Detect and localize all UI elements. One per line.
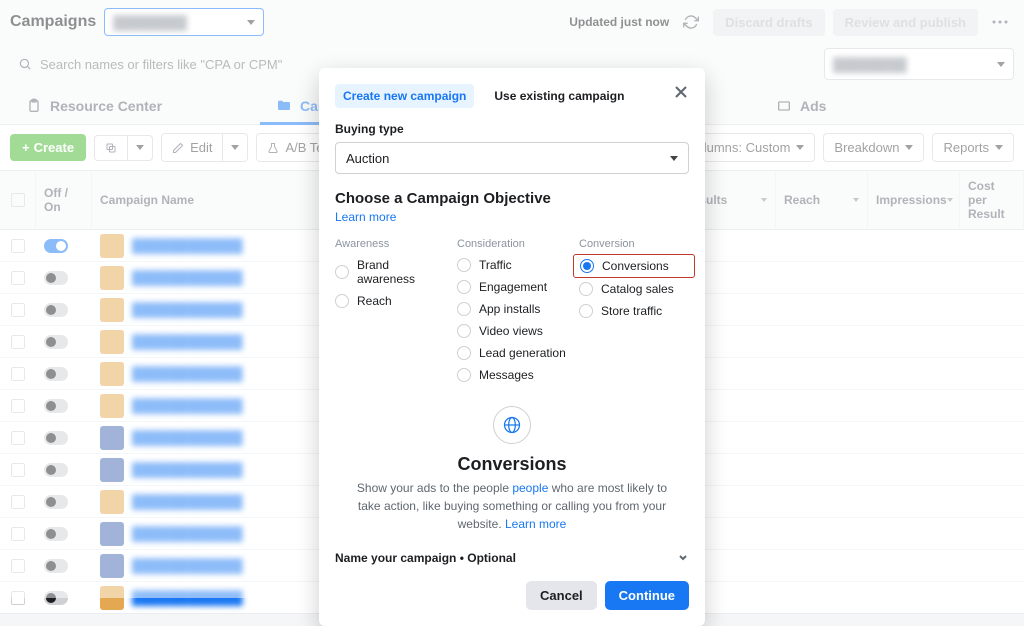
objective-messages[interactable]: Messages [457, 368, 567, 382]
choose-objective-title: Choose a Campaign Objective [335, 190, 689, 207]
objective-reach[interactable]: Reach [335, 294, 445, 308]
objective-lead-generation[interactable]: Lead generation [457, 346, 567, 360]
chevron-down-icon [670, 156, 678, 161]
col-head-awareness: Awareness [335, 238, 445, 250]
objective-video-views[interactable]: Video views [457, 324, 567, 338]
objective-conversions[interactable]: Conversions [580, 259, 688, 273]
people-link[interactable]: people [512, 481, 548, 495]
tab-create-new[interactable]: Create new campaign [335, 84, 474, 108]
modal-tabs: Create new campaign Use existing campaig… [335, 84, 689, 108]
conversion-column: Conversion Conversions Catalog sales Sto… [579, 238, 689, 390]
modal-actions: Cancel Continue [335, 581, 689, 610]
buying-type-select[interactable]: Auction [335, 142, 689, 174]
objective-columns: Awareness Brand awareness Reach Consider… [335, 238, 689, 390]
globe-icon [502, 415, 522, 435]
objective-description: Show your ads to the people people who a… [335, 475, 689, 533]
objective-hero [335, 406, 689, 444]
modal-overlay: Create new campaign Use existing campaig… [0, 0, 1024, 598]
objective-title: Conversions [335, 454, 689, 475]
close-icon [675, 86, 687, 98]
objective-traffic[interactable]: Traffic [457, 258, 567, 272]
learn-more-link-2[interactable]: Learn more [505, 517, 566, 531]
continue-button[interactable]: Continue [605, 581, 689, 610]
objective-brand-awareness[interactable]: Brand awareness [335, 258, 445, 286]
consideration-column: Consideration Traffic Engagement App ins… [457, 238, 567, 390]
awareness-column: Awareness Brand awareness Reach [335, 238, 445, 390]
name-campaign-section[interactable]: Name your campaign • Optional [335, 551, 689, 565]
chevron-down-icon [677, 552, 689, 564]
col-head-conversion: Conversion [579, 238, 689, 250]
cancel-button[interactable]: Cancel [526, 581, 597, 610]
conversions-highlight: Conversions [573, 254, 695, 278]
objective-engagement[interactable]: Engagement [457, 280, 567, 294]
create-campaign-modal: Create new campaign Use existing campaig… [319, 68, 705, 626]
close-button[interactable] [671, 82, 691, 102]
buying-type-label: Buying type [335, 122, 689, 136]
col-head-consideration: Consideration [457, 238, 567, 250]
objective-app-installs[interactable]: App installs [457, 302, 567, 316]
learn-more-link[interactable]: Learn more [335, 210, 396, 224]
objective-catalog-sales[interactable]: Catalog sales [579, 282, 689, 296]
tab-use-existing[interactable]: Use existing campaign [486, 84, 632, 108]
objective-store-traffic[interactable]: Store traffic [579, 304, 689, 318]
